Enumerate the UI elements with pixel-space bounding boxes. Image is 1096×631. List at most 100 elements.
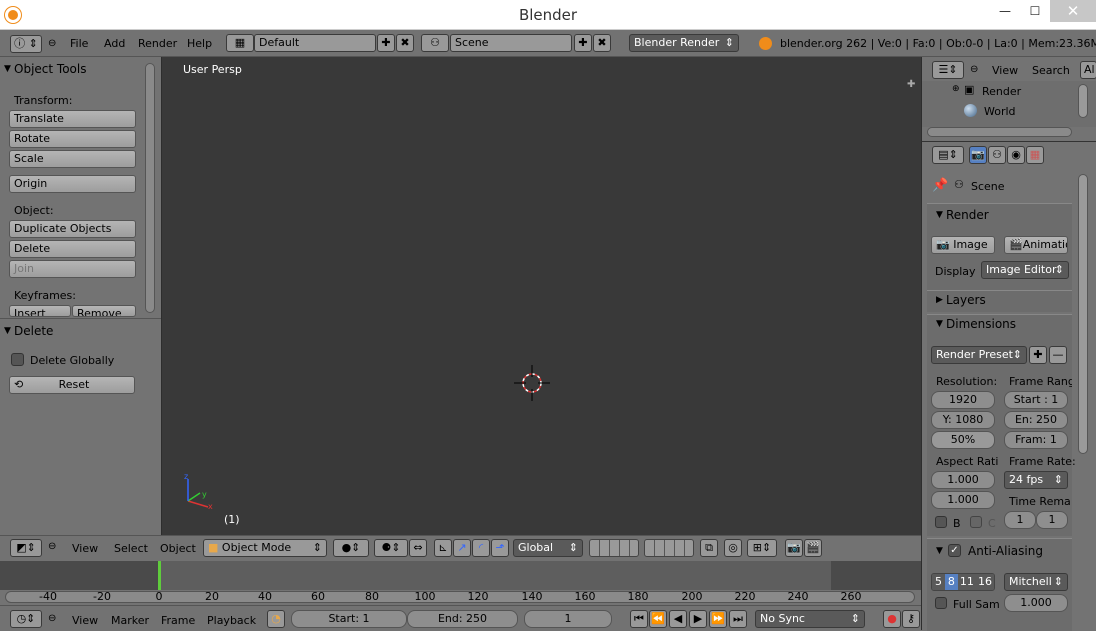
scene-tab-icon[interactable]: ⚇ xyxy=(988,146,1006,164)
antialiasing-panel-header[interactable]: ▼ ✓ Anti-Aliasing xyxy=(932,541,1043,561)
translate-button[interactable]: Translate xyxy=(9,110,136,128)
timeline-scrollbar[interactable] xyxy=(5,591,915,603)
properties-editor-icon[interactable]: ▤⇕ xyxy=(932,146,964,164)
menu-object[interactable]: Object xyxy=(160,542,196,555)
render-tab-icon[interactable]: 📷 xyxy=(969,146,987,164)
snap-icon[interactable]: ⊞⇕ xyxy=(747,539,777,557)
render-panel-header[interactable]: ▼ Render xyxy=(932,205,989,225)
join-button[interactable]: Join xyxy=(9,260,136,278)
current-frame-field[interactable]: 1 xyxy=(524,610,612,628)
delete-scene-icon[interactable]: ✖ xyxy=(593,34,611,52)
render-still-icon[interactable]: 📷 xyxy=(785,539,803,557)
end-frame-field[interactable]: End: 250 xyxy=(407,610,518,628)
filter-size-field[interactable]: 1.000 xyxy=(1004,594,1068,612)
proportional-edit-icon[interactable]: ◎ xyxy=(724,539,742,557)
jump-end-icon[interactable]: ⏭ xyxy=(729,610,747,628)
minimize-button[interactable]: — xyxy=(990,0,1020,22)
delete-layout-icon[interactable]: ✖ xyxy=(396,34,414,52)
render-image-button[interactable]: 📷 Image xyxy=(931,236,995,254)
translate-manipulator-icon[interactable]: ⊾ xyxy=(434,539,452,557)
outliner-hscrollbar[interactable] xyxy=(927,127,1072,137)
menu-view[interactable]: View xyxy=(72,542,98,555)
border-checkbox[interactable] xyxy=(935,516,947,528)
keying-icon[interactable]: ⚷ xyxy=(902,610,920,628)
move-arrow-icon[interactable]: ↗ xyxy=(453,539,471,557)
aa-sample-8[interactable]: 8 xyxy=(944,574,958,590)
outliner-item-world[interactable]: World xyxy=(984,105,1016,118)
pivot-select[interactable]: ⚈⇕ xyxy=(374,539,408,557)
delete-globally-checkbox[interactable] xyxy=(11,353,24,366)
viewport-corner-icon[interactable]: ✚ xyxy=(907,79,915,90)
orientation-select[interactable]: Global ⇕ xyxy=(513,539,583,557)
resolution-percentage-field[interactable]: 50% xyxy=(931,431,995,449)
play-reverse-icon[interactable]: ◀ xyxy=(669,610,687,628)
collapse-menu-icon[interactable]: ⊖ xyxy=(48,541,56,552)
texture-tab-icon[interactable]: ▦ xyxy=(1026,146,1044,164)
scene-icon[interactable]: ⚇ xyxy=(421,34,449,52)
timeline[interactable]: -40 -20 0 20 40 60 80 100 120 140 160 18… xyxy=(0,561,921,605)
frame-step-field[interactable]: Fram: 1 xyxy=(1004,431,1068,449)
aa-sample-16[interactable]: 16 xyxy=(975,574,994,590)
aspect-x-field[interactable]: 1.000 xyxy=(931,471,995,489)
display-mode-select[interactable]: Al xyxy=(1080,61,1096,79)
preview-range-icon[interactable]: ◔ xyxy=(267,610,285,628)
mode-select[interactable]: ■ Object Mode ⇕ xyxy=(203,539,327,557)
menu-frame[interactable]: Frame xyxy=(161,614,195,627)
scale-manipulator-icon[interactable]: ⬏ xyxy=(491,539,509,557)
aspect-y-field[interactable]: 1.000 xyxy=(931,491,995,509)
manipulator-toggle[interactable]: ⇔ xyxy=(409,539,427,557)
full-sample-checkbox[interactable] xyxy=(935,597,947,609)
close-button[interactable]: ✕ xyxy=(1050,0,1096,22)
world-tab-icon[interactable]: ◉ xyxy=(1007,146,1025,164)
origin-button[interactable]: Origin xyxy=(9,175,136,193)
time-remap-new-field[interactable]: 1 xyxy=(1036,511,1068,529)
menu-search[interactable]: Search xyxy=(1032,64,1070,77)
menu-playback[interactable]: Playback xyxy=(207,614,256,627)
filter-select[interactable]: Mitchell ⇕ xyxy=(1004,573,1068,591)
add-layout-icon[interactable]: ✚ xyxy=(377,34,395,52)
maximize-button[interactable]: ☐ xyxy=(1020,0,1050,22)
scene-selector[interactable]: Scene xyxy=(450,34,572,52)
expand-icon[interactable]: ⊕ xyxy=(952,84,960,94)
object-tools-header[interactable]: ▼ Object Tools xyxy=(0,59,140,79)
insert-keyframe-button[interactable]: Insert xyxy=(9,305,71,317)
frame-start-field[interactable]: Start : 1 xyxy=(1004,391,1068,409)
menu-view[interactable]: View xyxy=(992,64,1018,77)
delete-button[interactable]: Delete xyxy=(9,240,136,258)
resolution-y-field[interactable]: Y: 1080 xyxy=(931,411,995,429)
info-editor-icon[interactable]: ⓘ ⇕ xyxy=(10,35,42,53)
reset-button[interactable]: ⟲ Reset xyxy=(9,376,135,394)
add-scene-icon[interactable]: ✚ xyxy=(574,34,592,52)
layers-panel-header[interactable]: ▶ Layers xyxy=(932,290,986,310)
jump-keyframe-back-icon[interactable]: ⏪ xyxy=(649,610,667,628)
timeline-editor-icon[interactable]: ◷⇕ xyxy=(10,610,42,628)
layout-selector[interactable]: Default xyxy=(254,34,376,52)
menu-view[interactable]: View xyxy=(72,614,98,627)
collapse-menu-icon[interactable]: ⊖ xyxy=(970,64,978,75)
rotate-manipulator-icon[interactable]: ◜ xyxy=(472,539,490,557)
layer-lock-icon[interactable]: ⧉ xyxy=(700,539,718,557)
editor-type-icon[interactable]: ◩⇕ xyxy=(10,539,42,557)
shading-select[interactable]: ●⇕ xyxy=(333,539,369,557)
layer-buttons-right[interactable] xyxy=(644,539,694,557)
delete-operator-header[interactable]: ▼ Delete xyxy=(0,321,140,341)
layer-buttons-left[interactable] xyxy=(589,539,639,557)
menu-marker[interactable]: Marker xyxy=(111,614,149,627)
render-animation-icon[interactable]: 🎬 xyxy=(804,539,822,557)
menu-select[interactable]: Select xyxy=(114,542,148,555)
remove-keyframe-button[interactable]: Remove xyxy=(72,305,136,317)
antialiasing-checkbox[interactable]: ✓ xyxy=(948,544,961,557)
menu-file[interactable]: File xyxy=(70,37,88,50)
scale-button[interactable]: Scale xyxy=(9,150,136,168)
render-animation-button[interactable]: 🎬Animatio xyxy=(1004,236,1068,254)
rotate-button[interactable]: Rotate xyxy=(9,130,136,148)
outliner-item-render[interactable]: Render xyxy=(982,85,1021,98)
properties-scrollbar[interactable] xyxy=(1078,174,1088,454)
display-select[interactable]: Image Editor ⇕ xyxy=(981,261,1069,279)
menu-help[interactable]: Help xyxy=(187,37,212,50)
duplicate-objects-button[interactable]: Duplicate Objects xyxy=(9,220,136,238)
playhead[interactable] xyxy=(158,561,161,590)
sync-select[interactable]: No Sync ⇕ xyxy=(755,610,865,628)
frame-end-field[interactable]: En: 250 xyxy=(1004,411,1068,429)
pin-icon[interactable]: 📌 xyxy=(932,178,948,193)
